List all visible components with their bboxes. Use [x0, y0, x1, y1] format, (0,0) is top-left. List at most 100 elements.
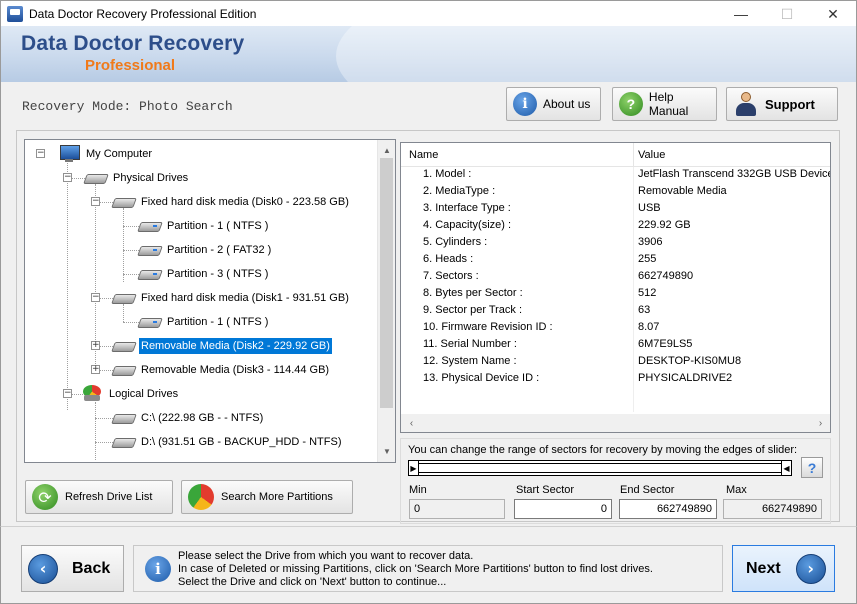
info-icon: i — [145, 556, 171, 582]
partition-drive-icon — [139, 244, 161, 256]
property-row[interactable]: 5. Cylinders : 3906 — [401, 236, 830, 253]
property-value: 255 — [638, 253, 657, 265]
scrollbar-thumb[interactable] — [419, 417, 812, 429]
column-header-name[interactable]: Name — [409, 149, 438, 161]
property-value: JetFlash Transcend 332GB USB Device — [638, 168, 831, 180]
info-icon: i — [513, 92, 537, 116]
question-icon: ? — [619, 92, 643, 116]
next-button[interactable]: Next › — [732, 545, 835, 592]
slider-right-handle[interactable]: ◀ — [781, 461, 791, 475]
tree-vertical-scrollbar[interactable]: ▲ ▼ — [377, 140, 395, 462]
tree-node-label-selected: Removable Media (Disk2 - 229.92 GB) — [139, 338, 332, 354]
max-sector-field: 662749890 — [723, 499, 822, 519]
hard-drive-icon — [113, 412, 135, 424]
search-more-partitions-button[interactable]: Search More Partitions — [181, 480, 353, 514]
tree-line — [67, 160, 68, 410]
removable-drive-icon — [113, 340, 135, 352]
property-name: 4. Capacity(size) : — [423, 219, 512, 231]
property-row[interactable]: 4. Capacity(size) : 229.92 GB — [401, 219, 830, 236]
sector-range-slider[interactable]: ▶ ◀ — [408, 460, 792, 476]
tree-node-label: Partition - 2 ( FAT32 ) — [167, 244, 272, 256]
property-name: 7. Sectors : — [423, 270, 479, 282]
about-us-button[interactable]: i About us — [506, 87, 601, 121]
tree-node-label: D:\ (931.51 GB - BACKUP_HDD - NTFS) — [141, 436, 342, 448]
property-value: 63 — [638, 304, 651, 316]
property-row[interactable]: 3. Interface Type : USB — [401, 202, 830, 219]
property-row[interactable]: 11. Serial Number : 6M7E9LS5 — [401, 338, 830, 355]
tree-node-disk0-partition2[interactable]: Partition - 2 ( FAT32 ) — [139, 240, 273, 260]
tree-node-disk0-partition3[interactable]: Partition - 3 ( NTFS ) — [139, 264, 270, 284]
back-arrow-icon: ‹ — [28, 553, 58, 584]
collapse-logical-drives-button[interactable]: − — [63, 389, 72, 398]
property-value: 512 — [638, 287, 657, 299]
tree-line — [95, 402, 96, 460]
next-label: Next — [746, 559, 781, 577]
drive-tree[interactable]: − − − − + + − My Computer Physical Drive… — [24, 139, 396, 463]
property-row[interactable]: 7. Sectors : 662749890 — [401, 270, 830, 287]
collapse-disk0-button[interactable]: − — [91, 197, 100, 206]
instruction-line-1: Please select the Drive from which you w… — [178, 550, 474, 562]
property-row[interactable]: 12. System Name : DESKTOP-KIS0MU8 — [401, 355, 830, 372]
tree-line — [95, 184, 96, 364]
tree-node-disk0-partition1[interactable]: Partition - 1 ( NTFS ) — [139, 216, 270, 236]
support-button[interactable]: Support — [726, 87, 838, 121]
tree-node-my-computer[interactable]: My Computer — [59, 144, 154, 164]
min-sector-field: 0 — [409, 499, 505, 519]
property-row[interactable]: 1. Model : JetFlash Transcend 332GB USB D… — [401, 168, 831, 185]
support-person-icon — [735, 92, 757, 116]
tree-node-disk2[interactable]: Removable Media (Disk2 - 229.92 GB) — [113, 336, 332, 356]
tree-node-disk3[interactable]: Removable Media (Disk3 - 114.44 GB) — [113, 360, 331, 380]
collapse-my-computer-button[interactable]: − — [36, 149, 45, 158]
tree-node-disk0[interactable]: Fixed hard disk media (Disk0 - 223.58 GB… — [113, 192, 351, 212]
tree-node-drive-d[interactable]: D:\ (931.51 GB - BACKUP_HDD - NTFS) — [113, 432, 344, 452]
property-row[interactable]: 9. Sector per Track : 63 — [401, 304, 830, 321]
scroll-right-arrow-icon[interactable]: › — [812, 414, 829, 432]
computer-icon — [59, 145, 80, 163]
properties-horizontal-scrollbar[interactable]: ‹ › — [401, 414, 830, 432]
tree-node-label: Partition - 1 ( NTFS ) — [167, 316, 269, 328]
tree-node-label: C:\ (222.98 GB - - NTFS) — [141, 412, 264, 424]
end-sector-input[interactable]: 662749890 — [619, 499, 717, 519]
property-row[interactable]: 10. Firmware Revision ID : 8.07 — [401, 321, 830, 338]
column-header-value[interactable]: Value — [638, 149, 665, 161]
tree-node-logical-drives[interactable]: Logical Drives — [81, 384, 180, 404]
close-button[interactable]: ✕ — [810, 1, 856, 27]
hard-drive-icon — [113, 292, 135, 304]
slider-help-button[interactable]: ? — [801, 457, 823, 478]
property-row[interactable]: 6. Heads : 255 — [401, 253, 830, 270]
slider-instruction: You can change the range of sectors for … — [408, 444, 798, 456]
tree-node-disk1[interactable]: Fixed hard disk media (Disk1 - 931.51 GB… — [113, 288, 351, 308]
scroll-up-arrow-icon[interactable]: ▲ — [378, 142, 395, 159]
app-header: Data Doctor Recovery Professional — [0, 26, 857, 82]
hard-drive-icon — [113, 436, 135, 448]
support-label: Support — [765, 96, 815, 112]
property-row[interactable]: 13. Physical Device ID : PHYSICALDRIVE2 — [401, 372, 830, 389]
scroll-down-arrow-icon[interactable]: ▼ — [378, 443, 395, 460]
property-name: 5. Cylinders : — [423, 236, 488, 248]
slider-left-handle[interactable]: ▶ — [409, 461, 419, 475]
minimize-button[interactable]: — — [718, 1, 764, 27]
max-label: Max — [726, 484, 747, 496]
scrollbar-thumb[interactable] — [380, 158, 393, 408]
back-label: Back — [72, 559, 111, 577]
refresh-drive-list-button[interactable]: ⟳ Refresh Drive List — [25, 480, 173, 514]
collapse-disk1-button[interactable]: − — [91, 293, 100, 302]
tree-node-drive-c[interactable]: C:\ (222.98 GB - - NTFS) — [113, 408, 265, 428]
tree-node-label: Physical Drives — [113, 172, 189, 184]
expand-disk2-button[interactable]: + — [91, 341, 100, 350]
expand-disk3-button[interactable]: + — [91, 365, 100, 374]
property-row[interactable]: 8. Bytes per Sector : 512 — [401, 287, 830, 304]
maximize-button[interactable]: ☐ — [764, 1, 810, 27]
start-sector-input[interactable]: 0 — [514, 499, 612, 519]
brand-title: Data Doctor Recovery — [21, 32, 245, 55]
help-manual-button[interactable]: ? Help Manual — [612, 87, 717, 121]
tree-node-physical-drives[interactable]: Physical Drives — [85, 168, 190, 188]
partition-drive-icon — [139, 268, 161, 280]
tree-node-disk1-partition1[interactable]: Partition - 1 ( NTFS ) — [139, 312, 270, 332]
back-button[interactable]: ‹ Back — [21, 545, 124, 592]
collapse-physical-drives-button[interactable]: − — [63, 173, 72, 182]
property-name: 9. Sector per Track : — [423, 304, 523, 316]
scroll-left-arrow-icon[interactable]: ‹ — [403, 414, 420, 432]
partition-drive-icon — [139, 220, 161, 232]
property-row[interactable]: 2. MediaType : Removable Media — [401, 185, 830, 202]
